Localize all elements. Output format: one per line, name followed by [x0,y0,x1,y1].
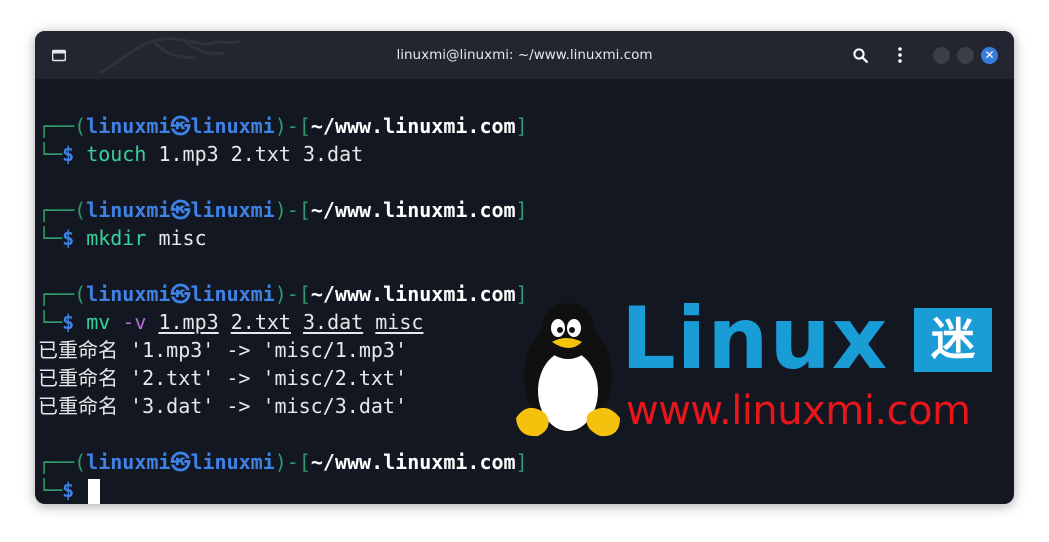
command-line: └─$ mkdir misc [38,226,207,250]
output-line: 已重命名 '2.txt' -> 'misc/2.txt' [38,366,407,390]
watermark-url: www.linuxmi.com [626,388,971,434]
titlebar: linuxmi@linuxmi: ~/www.linuxmi.com ✕ [35,31,1014,80]
tux-penguin-logo [516,303,620,437]
kali-at-icon: ㉿ [170,198,191,222]
prompt-line: ┌──(linuxmi㉿linuxmi)-[~/www.linuxmi.com] [38,114,528,138]
prompt-line: ┌──(linuxmi㉿linuxmi)-[~/www.linuxmi.com] [38,450,528,474]
command-line: └─$ touch 1.mp3 2.txt 3.dat [38,142,364,166]
text-cursor [88,478,101,504]
kali-at-icon: ㉿ [170,114,191,138]
output-line: 已重命名 '3.dat' -> 'misc/3.dat' [38,394,407,418]
kali-at-icon: ㉿ [170,282,191,306]
prompt-line: ┌──(linuxmi㉿linuxmi)-[~/www.linuxmi.com] [38,282,528,306]
output-line: 已重命名 '1.mp3' -> 'misc/1.mp3' [38,338,407,362]
minimize-icon[interactable] [933,47,950,64]
kebab-menu-icon[interactable] [897,47,903,67]
watermark: Linux 迷 www.linuxmi.com [508,296,998,446]
command-line: └─$ mv -v 1.mp3 2.txt 3.dat misc [38,310,424,334]
watermark-linux-text: Linux [621,289,889,389]
watermark-mi-badge: 迷 [914,308,992,372]
prompt-line: ┌──(linuxmi㉿linuxmi)-[~/www.linuxmi.com] [38,198,528,222]
search-icon[interactable] [853,48,868,67]
command-line: └─$ [38,476,101,504]
maximize-icon[interactable] [957,47,974,64]
kali-at-icon: ㉿ [170,450,191,474]
close-icon[interactable]: ✕ [981,47,998,64]
